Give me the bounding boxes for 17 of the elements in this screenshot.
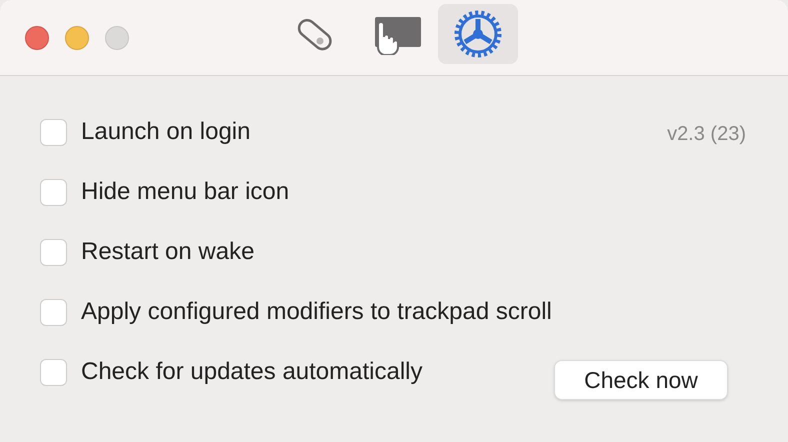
checkbox[interactable] bbox=[40, 118, 67, 146]
checkbox-label: Restart on wake bbox=[81, 237, 254, 267]
toolbar-tab[interactable] bbox=[438, 4, 518, 64]
checkbox[interactable] bbox=[40, 178, 67, 206]
checkbox[interactable] bbox=[40, 238, 67, 266]
checkbox-label: Launch on login bbox=[81, 117, 250, 147]
version-label: v2.3 (23) bbox=[667, 122, 746, 147]
settings-icon bbox=[453, 8, 503, 58]
checkbox[interactable] bbox=[40, 358, 67, 386]
checkbox-label: Apply configured modifiers to trackpad scroll bbox=[81, 297, 552, 327]
minimize-button[interactable] bbox=[65, 26, 89, 50]
checkbox[interactable] bbox=[40, 298, 67, 326]
zoom-button[interactable] bbox=[105, 26, 129, 50]
checkbox-label: Check for updates automatically bbox=[81, 357, 423, 387]
close-button[interactable] bbox=[25, 26, 49, 50]
checkbox-label: Hide menu bar icon bbox=[81, 177, 290, 207]
check-now-button[interactable]: Check now bbox=[554, 360, 728, 400]
